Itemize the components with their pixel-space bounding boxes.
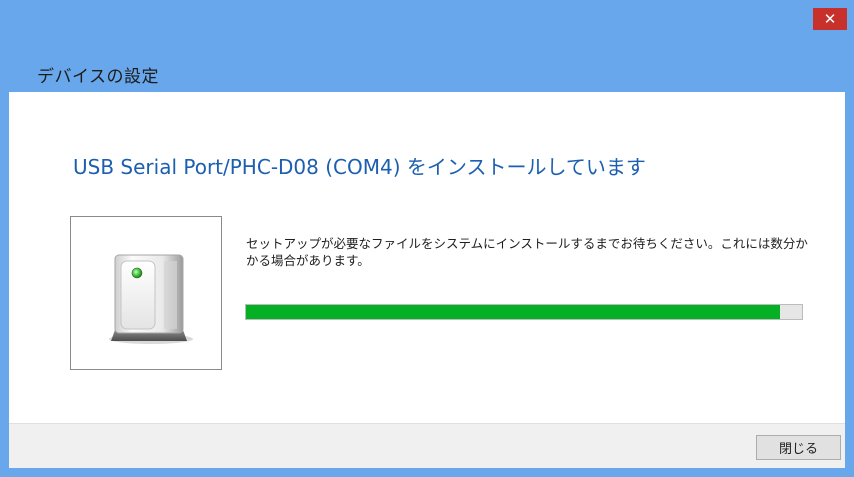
window-close-button[interactable]: ✕ — [813, 8, 847, 30]
install-progress-bar — [245, 304, 803, 320]
usb-device-icon — [109, 254, 193, 344]
install-description: セットアップが必要なファイルをシステムにインストールするまでお待ちください。これ… — [246, 236, 808, 268]
main-content: USB Serial Port/PHC-D08 (COM4) をインストールして… — [9, 92, 845, 423]
window-title: デバイスの設定 — [37, 67, 159, 87]
device-setup-window: ✕ デバイスの設定 USB Serial Port/PHC-D08 (COM4)… — [0, 0, 854, 477]
install-heading: USB Serial Port/PHC-D08 (COM4) をインストールして… — [73, 155, 646, 179]
title-bar[interactable]: ✕ デバイスの設定 — [0, 0, 854, 101]
dialog-footer: 閉じる — [9, 423, 845, 468]
install-progress-fill — [246, 305, 780, 319]
device-image-frame — [70, 216, 222, 370]
close-icon: ✕ — [823, 9, 837, 28]
close-button[interactable]: 閉じる — [756, 435, 841, 460]
